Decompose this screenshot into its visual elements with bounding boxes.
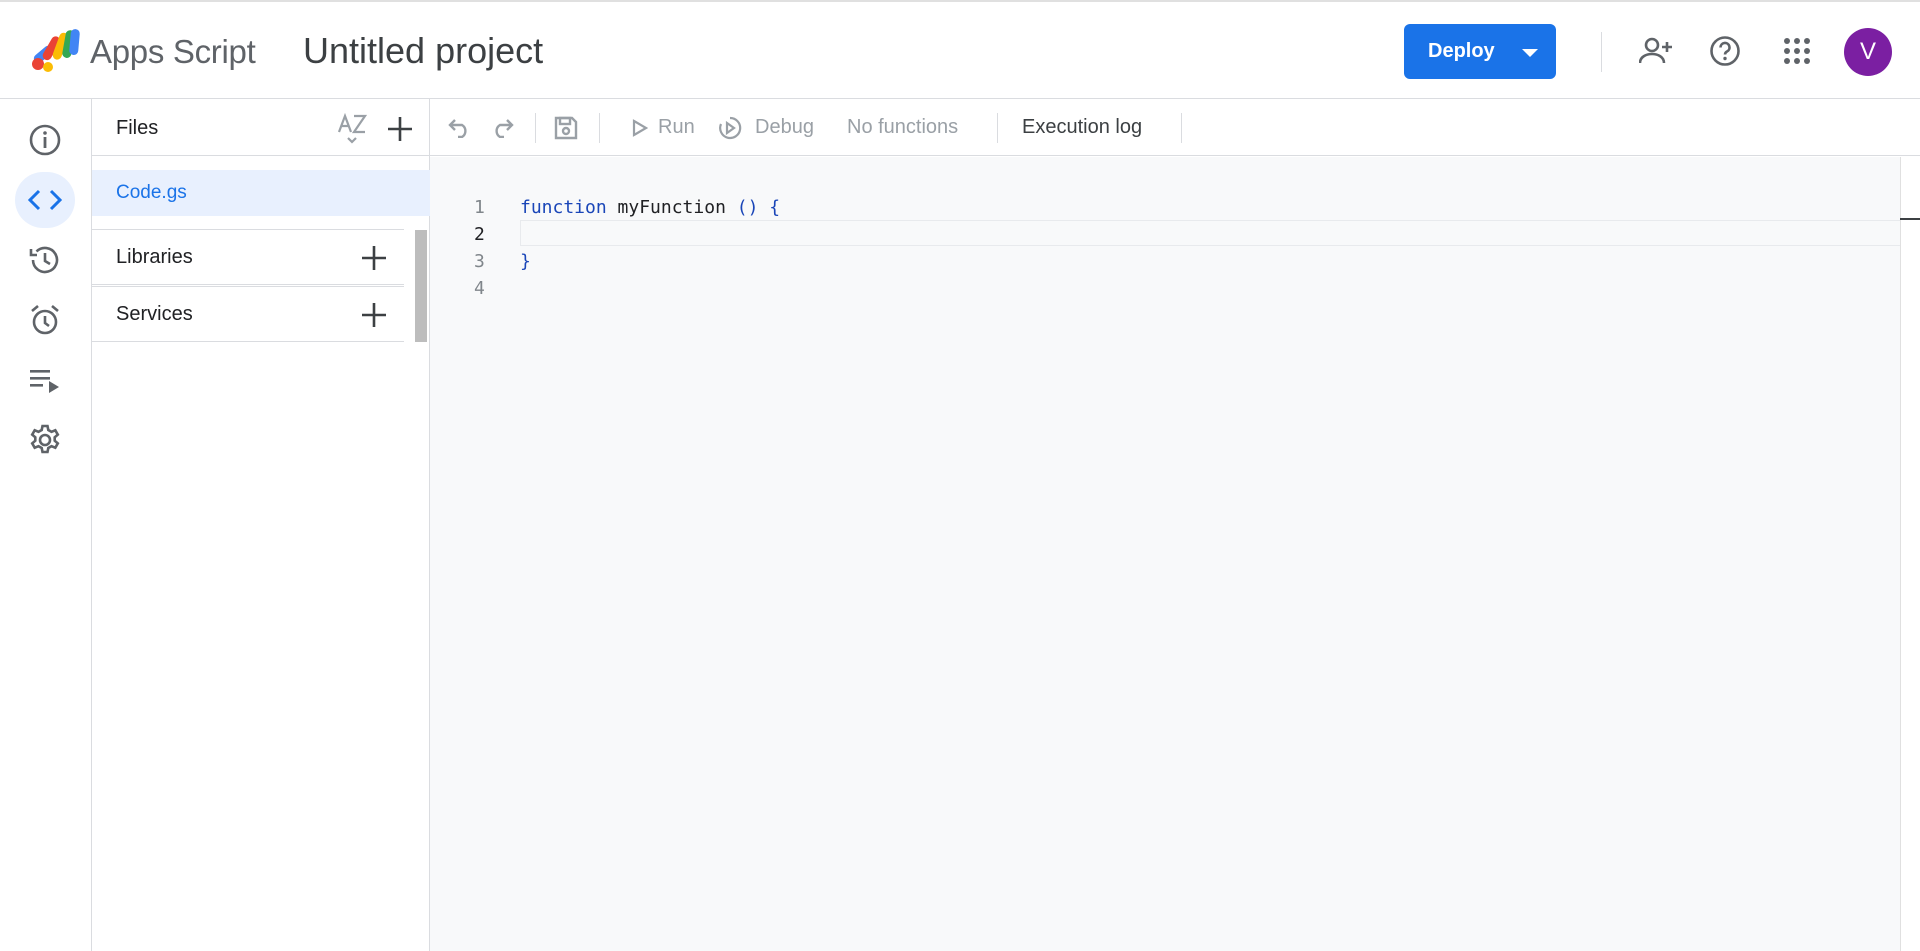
redo-icon[interactable] xyxy=(486,112,518,144)
debug-icon[interactable] xyxy=(714,112,746,144)
add-person-icon[interactable] xyxy=(1636,31,1676,71)
execution-log-button[interactable]: Execution log xyxy=(1022,116,1142,139)
line-number: 2 xyxy=(474,224,485,245)
function-select[interactable]: No functions xyxy=(847,116,958,139)
libraries-label: Libraries xyxy=(116,246,193,268)
executions-nav[interactable] xyxy=(15,352,75,408)
toolbar-divider xyxy=(1181,113,1182,143)
line-number: 1 xyxy=(474,197,485,218)
save-icon[interactable] xyxy=(550,112,582,144)
editor-toolbar: Run Debug No functions Execution log xyxy=(430,99,1920,156)
avatar[interactable]: V xyxy=(1844,28,1892,76)
overview-nav[interactable] xyxy=(15,112,75,168)
libraries-section: Libraries xyxy=(92,229,404,285)
nav-rail xyxy=(0,99,92,951)
line-number: 3 xyxy=(474,251,485,272)
sort-az-icon[interactable] xyxy=(334,111,370,147)
top-app-bar: Apps Script Untitled project Deploy V xyxy=(0,0,1920,99)
add-file-icon[interactable] xyxy=(382,111,418,147)
code-editor[interactable]: 1 2 3 4 function myFunction () { } xyxy=(430,157,1920,951)
triggers-history-nav[interactable] xyxy=(15,232,75,288)
history-icon xyxy=(29,246,59,274)
files-panel: Files Code.gs Libraries Services xyxy=(92,99,430,951)
code-line[interactable]: } xyxy=(520,251,531,272)
code-keyword: function xyxy=(520,197,607,218)
app-name[interactable]: Apps Script xyxy=(90,33,256,71)
editor-scrollbar[interactable] xyxy=(1900,157,1920,951)
deploy-label: Deploy xyxy=(1428,40,1495,62)
toolbar-divider xyxy=(599,113,600,143)
file-item-code-gs[interactable]: Code.gs xyxy=(92,170,430,216)
line-number: 4 xyxy=(474,278,485,299)
header-divider xyxy=(1601,32,1602,72)
triggers-nav[interactable] xyxy=(15,292,75,348)
services-label: Services xyxy=(116,303,193,325)
scrollbar-cursor-marker xyxy=(1900,218,1920,220)
add-library-icon[interactable] xyxy=(356,240,392,276)
executions-icon xyxy=(30,370,59,393)
toolbar-divider xyxy=(997,113,998,143)
current-line-highlight xyxy=(520,220,1920,246)
toolbar-divider xyxy=(535,113,536,143)
undo-icon[interactable] xyxy=(444,112,476,144)
settings-nav[interactable] xyxy=(15,412,75,468)
gear-icon xyxy=(30,424,60,454)
alarm-icon xyxy=(31,305,59,335)
debug-button[interactable]: Debug xyxy=(755,116,814,139)
apps-grid-icon[interactable] xyxy=(1777,31,1817,71)
code-punctuation: () { xyxy=(736,197,781,218)
files-title: Files xyxy=(116,117,159,139)
run-button[interactable]: Run xyxy=(658,116,695,139)
code-icon xyxy=(28,189,62,211)
files-header: Files xyxy=(92,99,430,156)
files-scrollbar[interactable] xyxy=(415,230,427,342)
chevron-down-icon[interactable] xyxy=(1522,49,1538,57)
help-icon[interactable] xyxy=(1705,31,1745,71)
play-icon[interactable] xyxy=(624,112,656,144)
file-name: Code.gs xyxy=(116,182,187,203)
deploy-button[interactable]: Deploy xyxy=(1404,24,1556,79)
editor-nav[interactable] xyxy=(15,172,75,228)
services-section: Services xyxy=(92,286,404,342)
apps-script-logo[interactable] xyxy=(30,28,82,72)
code-line[interactable]: function myFunction () { xyxy=(520,197,780,218)
info-icon xyxy=(29,124,61,156)
project-title[interactable]: Untitled project xyxy=(303,30,543,72)
code-function-name: myFunction xyxy=(606,197,726,218)
add-service-icon[interactable] xyxy=(356,297,392,333)
